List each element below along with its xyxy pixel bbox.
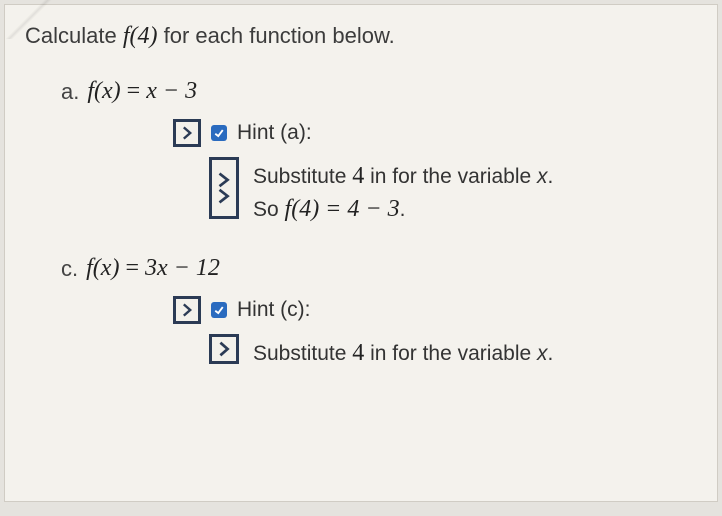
- hint-c-checkbox[interactable]: [211, 302, 227, 318]
- hint-a-checkbox[interactable]: [211, 125, 227, 141]
- check-icon: [213, 304, 225, 316]
- expand-hint-a-button[interactable]: [173, 119, 201, 147]
- expand-hint-c-steps-button[interactable]: [209, 334, 239, 364]
- chevron-right-icon: [215, 340, 233, 358]
- item-c: c. f(x) = 3x − 12 Hint (c):: [61, 255, 705, 373]
- hint-a-body: Substitute 4 in for the variable x. So f…: [209, 157, 705, 229]
- hint-c-label: Hint (c):: [237, 298, 311, 322]
- item-a-header: a. f(x) = x − 3: [61, 78, 705, 105]
- item-a-formula: f(x) = x − 3: [87, 78, 197, 105]
- prompt-pre: Calculate: [25, 23, 123, 48]
- chevron-right-icon: [179, 125, 195, 141]
- hint-a-line2: So f(4) = 4 − 3.: [253, 196, 553, 223]
- prompt-fn: f(4): [123, 23, 158, 49]
- hint-a-line1: Substitute 4 in for the variable x.: [253, 163, 553, 190]
- expand-hint-c-button[interactable]: [173, 296, 201, 324]
- item-c-formula: f(x) = 3x − 12: [86, 255, 220, 282]
- check-icon: [213, 127, 225, 139]
- hint-c-body: Substitute 4 in for the variable x.: [209, 334, 705, 373]
- expand-hint-a-steps-button[interactable]: [209, 157, 239, 219]
- item-a-letter: a.: [61, 79, 79, 105]
- double-chevron-right-icon: [215, 167, 233, 209]
- item-a: a. f(x) = x − 3 Hint (a):: [61, 78, 705, 229]
- hint-c-toggle-row: Hint (c):: [173, 296, 705, 324]
- hint-a-toggle-row: Hint (a):: [173, 119, 705, 147]
- hint-a-text-block: Substitute 4 in for the variable x. So f…: [253, 157, 553, 229]
- prompt-post: for each function below.: [158, 23, 395, 48]
- hint-a-label: Hint (a):: [237, 121, 312, 145]
- hint-c-text-block: Substitute 4 in for the variable x.: [253, 334, 553, 373]
- item-c-letter: c.: [61, 256, 78, 282]
- prompt-line: Calculate f(4) for each function below.: [25, 23, 705, 50]
- item-c-header: c. f(x) = 3x − 12: [61, 255, 705, 282]
- hint-c-line1: Substitute 4 in for the variable x.: [253, 340, 553, 367]
- chevron-right-icon: [179, 302, 195, 318]
